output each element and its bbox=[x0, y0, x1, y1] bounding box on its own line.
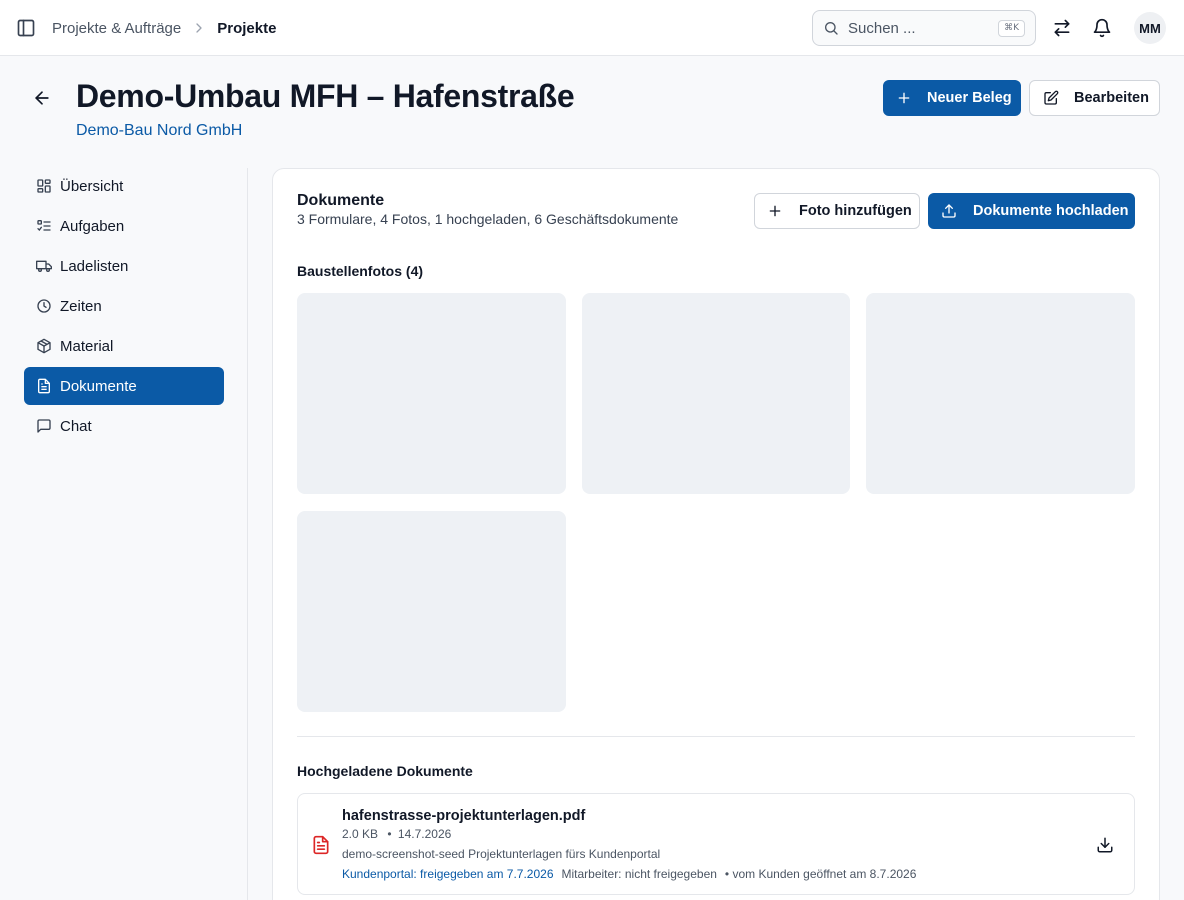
documents-summary: 3 Formulare, 4 Fotos, 1 hochgeladen, 6 G… bbox=[297, 211, 679, 227]
upload-documents-label: Dokumente hochladen bbox=[973, 203, 1129, 219]
back-arrow-icon[interactable] bbox=[32, 88, 52, 108]
plus-icon bbox=[767, 203, 783, 219]
sidebar-item-tasks[interactable]: Aufgaben bbox=[24, 207, 224, 245]
sidebar-item-times[interactable]: Zeiten bbox=[24, 287, 224, 325]
search-shortcut-badge: ⌘K bbox=[998, 19, 1025, 37]
site-photo-thumbnail[interactable] bbox=[866, 293, 1135, 494]
sidebar-item-label: Chat bbox=[60, 417, 92, 435]
truck-icon bbox=[36, 258, 52, 274]
new-receipt-button[interactable]: Neuer Beleg bbox=[883, 80, 1021, 116]
edit-label: Bearbeiten bbox=[1074, 90, 1149, 106]
documents-title: Dokumente bbox=[297, 192, 385, 209]
sidebar-item-label: Übersicht bbox=[60, 177, 124, 195]
sidebar-item-label: Material bbox=[60, 337, 114, 355]
customer-opened-status: • vom Kunden geöffnet am 8.7.2026 bbox=[724, 867, 917, 881]
chat-icon bbox=[36, 418, 52, 434]
overview-icon bbox=[36, 178, 52, 194]
document-meta: 2.0 KB • 14.7.2026 bbox=[342, 827, 451, 841]
document-row[interactable]: hafenstrasse-projektunterlagen.pdf 2.0 K… bbox=[297, 793, 1135, 895]
site-photo-thumbnail[interactable] bbox=[297, 293, 566, 494]
document-icon bbox=[36, 378, 52, 394]
document-size: 2.0 KB bbox=[342, 827, 379, 841]
edit-icon bbox=[1043, 90, 1059, 106]
sidebar-item-label: Zeiten bbox=[60, 297, 102, 315]
sidebar-toggle-icon[interactable] bbox=[16, 18, 36, 38]
document-date: 14.7.2026 bbox=[397, 827, 452, 841]
uploaded-documents-heading: Hochgeladene Dokumente bbox=[297, 763, 473, 779]
document-name: hafenstrasse-projektunterlagen.pdf bbox=[342, 808, 586, 824]
package-icon bbox=[36, 338, 52, 354]
sidebar-item-documents[interactable]: Dokumente bbox=[24, 367, 224, 405]
staff-release-status: Mitarbeiter: nicht freigegeben bbox=[561, 867, 717, 881]
pdf-file-icon bbox=[311, 835, 331, 855]
bell-icon[interactable] bbox=[1092, 18, 1112, 38]
document-status-line: Kundenportal: freigegeben am 7.7.2026 Mi… bbox=[342, 867, 916, 881]
sidebar-divider bbox=[247, 168, 248, 900]
sidebar-item-label: Dokumente bbox=[60, 377, 137, 395]
sidebar-item-material[interactable]: Material bbox=[24, 327, 224, 365]
switch-arrows-icon[interactable] bbox=[1052, 18, 1072, 38]
site-photos-heading: Baustellenfotos (4) bbox=[297, 263, 424, 279]
breadcrumb-current: Projekte bbox=[217, 19, 277, 37]
add-photo-label: Foto hinzufügen bbox=[799, 203, 912, 219]
search-input[interactable]: Suchen ... ⌘K bbox=[812, 10, 1036, 46]
customer-portal-status[interactable]: Kundenportal: freigegeben am 7.7.2026 bbox=[342, 867, 554, 881]
tasks-icon bbox=[36, 218, 52, 234]
section-divider bbox=[297, 736, 1135, 737]
breadcrumb: Projekte & Aufträge Projekte bbox=[52, 18, 276, 38]
customer-opened-text: vom Kunden geöffnet am 8.7.2026 bbox=[732, 867, 917, 881]
clock-icon bbox=[36, 298, 52, 314]
edit-button[interactable]: Bearbeiten bbox=[1029, 80, 1160, 116]
bullet-separator: • bbox=[387, 827, 392, 841]
download-icon[interactable] bbox=[1096, 836, 1114, 854]
breadcrumb-link-projects-orders[interactable]: Projekte & Aufträge bbox=[52, 20, 181, 37]
site-photo-thumbnail[interactable] bbox=[582, 293, 850, 494]
page-title: Demo-Umbau MFH – Hafenstraße bbox=[76, 78, 575, 114]
chevron-right-icon bbox=[191, 20, 207, 36]
sidebar-item-chat[interactable]: Chat bbox=[24, 407, 224, 445]
top-bar: Projekte & Aufträge Projekte Suchen ... … bbox=[0, 0, 1184, 56]
document-description: demo-screenshot-seed Projektunterlagen f… bbox=[342, 847, 661, 861]
upload-documents-button[interactable]: Dokumente hochladen bbox=[928, 193, 1135, 229]
search-placeholder: Suchen ... bbox=[848, 19, 916, 37]
sidebar-item-label: Ladelisten bbox=[60, 257, 129, 275]
upload-icon bbox=[941, 203, 957, 219]
sidebar-item-overview[interactable]: Übersicht bbox=[24, 167, 224, 205]
plus-icon bbox=[896, 90, 912, 106]
site-photo-thumbnail[interactable] bbox=[297, 511, 566, 712]
customer-link[interactable]: Demo-Bau Nord GmbH bbox=[76, 122, 242, 140]
sidebar-item-label: Aufgaben bbox=[60, 217, 125, 235]
sidebar-item-loading-lists[interactable]: Ladelisten bbox=[24, 247, 224, 285]
search-icon bbox=[823, 20, 839, 36]
user-avatar[interactable]: MM bbox=[1134, 12, 1166, 44]
add-photo-button[interactable]: Foto hinzufügen bbox=[754, 193, 920, 229]
new-receipt-label: Neuer Beleg bbox=[927, 90, 1012, 106]
